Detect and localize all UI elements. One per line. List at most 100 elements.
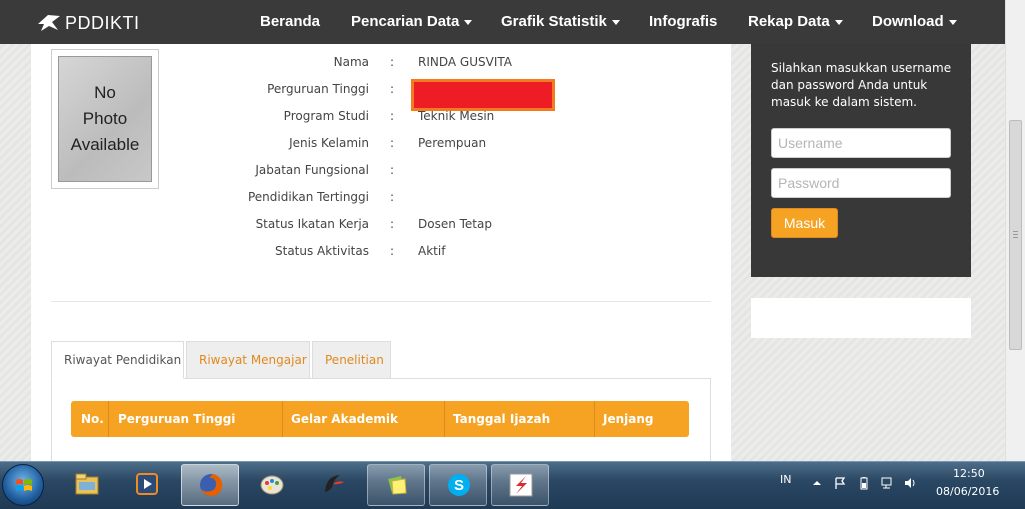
- sticky-notes-icon: [388, 476, 407, 495]
- column-header-no: No.: [81, 412, 104, 426]
- nav-infografis[interactable]: Infografis: [649, 0, 717, 44]
- login-panel: Silahkan masukkan username dan password …: [751, 44, 971, 277]
- field-separator: :: [390, 109, 395, 123]
- password-input[interactable]: [771, 168, 951, 198]
- login-button[interactable]: Masuk: [771, 208, 838, 238]
- profile-panel: No Photo Available Nama : RINDA GUSVITA …: [31, 44, 731, 468]
- field-status-ikatan-kerja: Status Ikatan Kerja : Dosen Tetap: [31, 217, 731, 237]
- field-separator: :: [390, 244, 395, 258]
- field-label: Nama: [333, 55, 369, 69]
- caret-down-icon: [834, 19, 843, 25]
- firefox-icon: [200, 473, 223, 496]
- taskbar-firefox[interactable]: [181, 464, 239, 506]
- field-value: Aktif: [418, 244, 446, 258]
- field-jabatan-fungsional: Jabatan Fungsional :: [31, 163, 731, 183]
- skype-icon: S: [448, 474, 470, 496]
- field-label: Status Ikatan Kerja: [255, 217, 369, 231]
- field-jenis-kelamin: Jenis Kelamin : Perempuan: [31, 136, 731, 156]
- username-input[interactable]: [771, 128, 951, 158]
- clock-time[interactable]: 12:50: [953, 467, 985, 480]
- nav-download[interactable]: Download: [872, 0, 957, 44]
- field-separator: :: [390, 136, 395, 150]
- nav-label: Beranda: [260, 13, 321, 30]
- start-button[interactable]: [2, 464, 44, 506]
- media-player-icon: [136, 473, 158, 495]
- app-swirl-icon: [325, 475, 344, 492]
- field-nama: Nama : RINDA GUSVITA: [31, 55, 731, 75]
- column-header-tanggal-ijazah: Tanggal Ijazah: [453, 412, 551, 426]
- windows-logo-icon: [16, 479, 32, 491]
- app-s-icon: [509, 473, 533, 497]
- nav-pencarian-data[interactable]: Pencarian Data: [351, 0, 473, 44]
- field-label: Status Aktivitas: [275, 244, 369, 258]
- language-indicator[interactable]: IN: [780, 473, 791, 486]
- tab-riwayat-pendidikan[interactable]: Riwayat Pendidikan: [51, 341, 184, 379]
- windows-taskbar: S IN 12:50 08/06/2016: [0, 461, 1025, 509]
- field-status-aktivitas: Status Aktivitas : Aktif: [31, 244, 731, 264]
- column-separator: [282, 401, 283, 437]
- nav-grafik-statistik[interactable]: Grafik Statistik: [501, 0, 620, 44]
- caret-down-icon: [611, 19, 620, 25]
- field-value: Teknik Mesin: [418, 109, 495, 123]
- column-separator: [108, 401, 109, 437]
- field-label: Perguruan Tinggi: [267, 82, 369, 96]
- tab-riwayat-mengajar[interactable]: Riwayat Mengajar: [186, 341, 310, 379]
- login-message: Silahkan masukkan username dan password …: [771, 61, 952, 109]
- volume-icon[interactable]: [903, 476, 917, 490]
- pddikti-logo-icon: [38, 15, 60, 31]
- nav-label: Infografis: [649, 13, 718, 30]
- page-scrollbar[interactable]: [1005, 0, 1025, 461]
- network-icon[interactable]: [880, 476, 894, 490]
- field-separator: :: [390, 217, 395, 231]
- action-center-flag-icon[interactable]: [833, 476, 847, 490]
- tab-penelitian[interactable]: Penelitian: [312, 341, 391, 379]
- taskbar-skype[interactable]: S: [429, 464, 487, 506]
- field-value: Dosen Tetap: [418, 217, 492, 231]
- field-value: RINDA GUSVITA: [418, 55, 512, 69]
- field-separator: :: [390, 190, 395, 204]
- scrollbar-thumb[interactable]: [1009, 120, 1022, 350]
- sidebar-widget: [751, 298, 971, 338]
- caret-down-icon: [948, 19, 957, 25]
- field-pendidikan-tertinggi: Pendidikan Tertinggi :: [31, 190, 731, 210]
- field-separator: :: [390, 55, 395, 69]
- column-header-jenjang: Jenjang: [603, 412, 654, 426]
- taskbar-app-s[interactable]: [491, 464, 549, 506]
- redaction-box: [411, 79, 555, 111]
- grip-line: [1013, 234, 1018, 235]
- brand-name: PDDIKTI: [65, 12, 140, 33]
- taskbar-media-player[interactable]: [118, 464, 176, 506]
- show-hidden-icons-icon[interactable]: [810, 476, 824, 490]
- taskbar-explorer[interactable]: [58, 464, 116, 506]
- caret-down-icon: [464, 19, 473, 25]
- nav-label: Rekap Data: [748, 13, 830, 30]
- field-label: Jenis Kelamin: [289, 136, 369, 150]
- column-header-perguruan-tinggi: Perguruan Tinggi: [118, 412, 236, 426]
- clock-date[interactable]: 08/06/2016: [936, 485, 999, 498]
- nav-label: Pencarian Data: [351, 13, 460, 30]
- grip-line: [1013, 237, 1018, 238]
- field-separator: :: [390, 163, 395, 177]
- battery-icon[interactable]: [857, 476, 871, 490]
- svg-text:S: S: [454, 477, 464, 494]
- paint-icon: [260, 475, 284, 495]
- taskbar-paint[interactable]: [243, 464, 301, 506]
- column-separator: [444, 401, 445, 437]
- explorer-icon: [75, 473, 99, 495]
- brand[interactable]: PDDIKTI: [36, 11, 140, 35]
- field-value: Perempuan: [418, 136, 487, 150]
- divider: [51, 301, 711, 302]
- nav-rekap-data[interactable]: Rekap Data: [748, 0, 843, 44]
- top-navbar: PDDIKTI Beranda Pencarian Data Grafik St…: [0, 0, 1005, 44]
- table-header: No. Perguruan Tinggi Gelar Akademik Tang…: [71, 401, 689, 437]
- nav-label: Download: [872, 13, 944, 30]
- nav-label: Grafik Statistik: [501, 13, 607, 30]
- grip-line: [1013, 231, 1018, 232]
- field-program-studi: Program Studi : Teknik Mesin: [31, 109, 731, 129]
- field-label: Program Studi: [283, 109, 369, 123]
- column-separator: [594, 401, 595, 437]
- nav-beranda[interactable]: Beranda: [260, 0, 320, 44]
- taskbar-app-swirl[interactable]: [305, 464, 363, 506]
- taskbar-sticky-notes[interactable]: [367, 464, 425, 506]
- field-label: Pendidikan Tertinggi: [247, 190, 369, 204]
